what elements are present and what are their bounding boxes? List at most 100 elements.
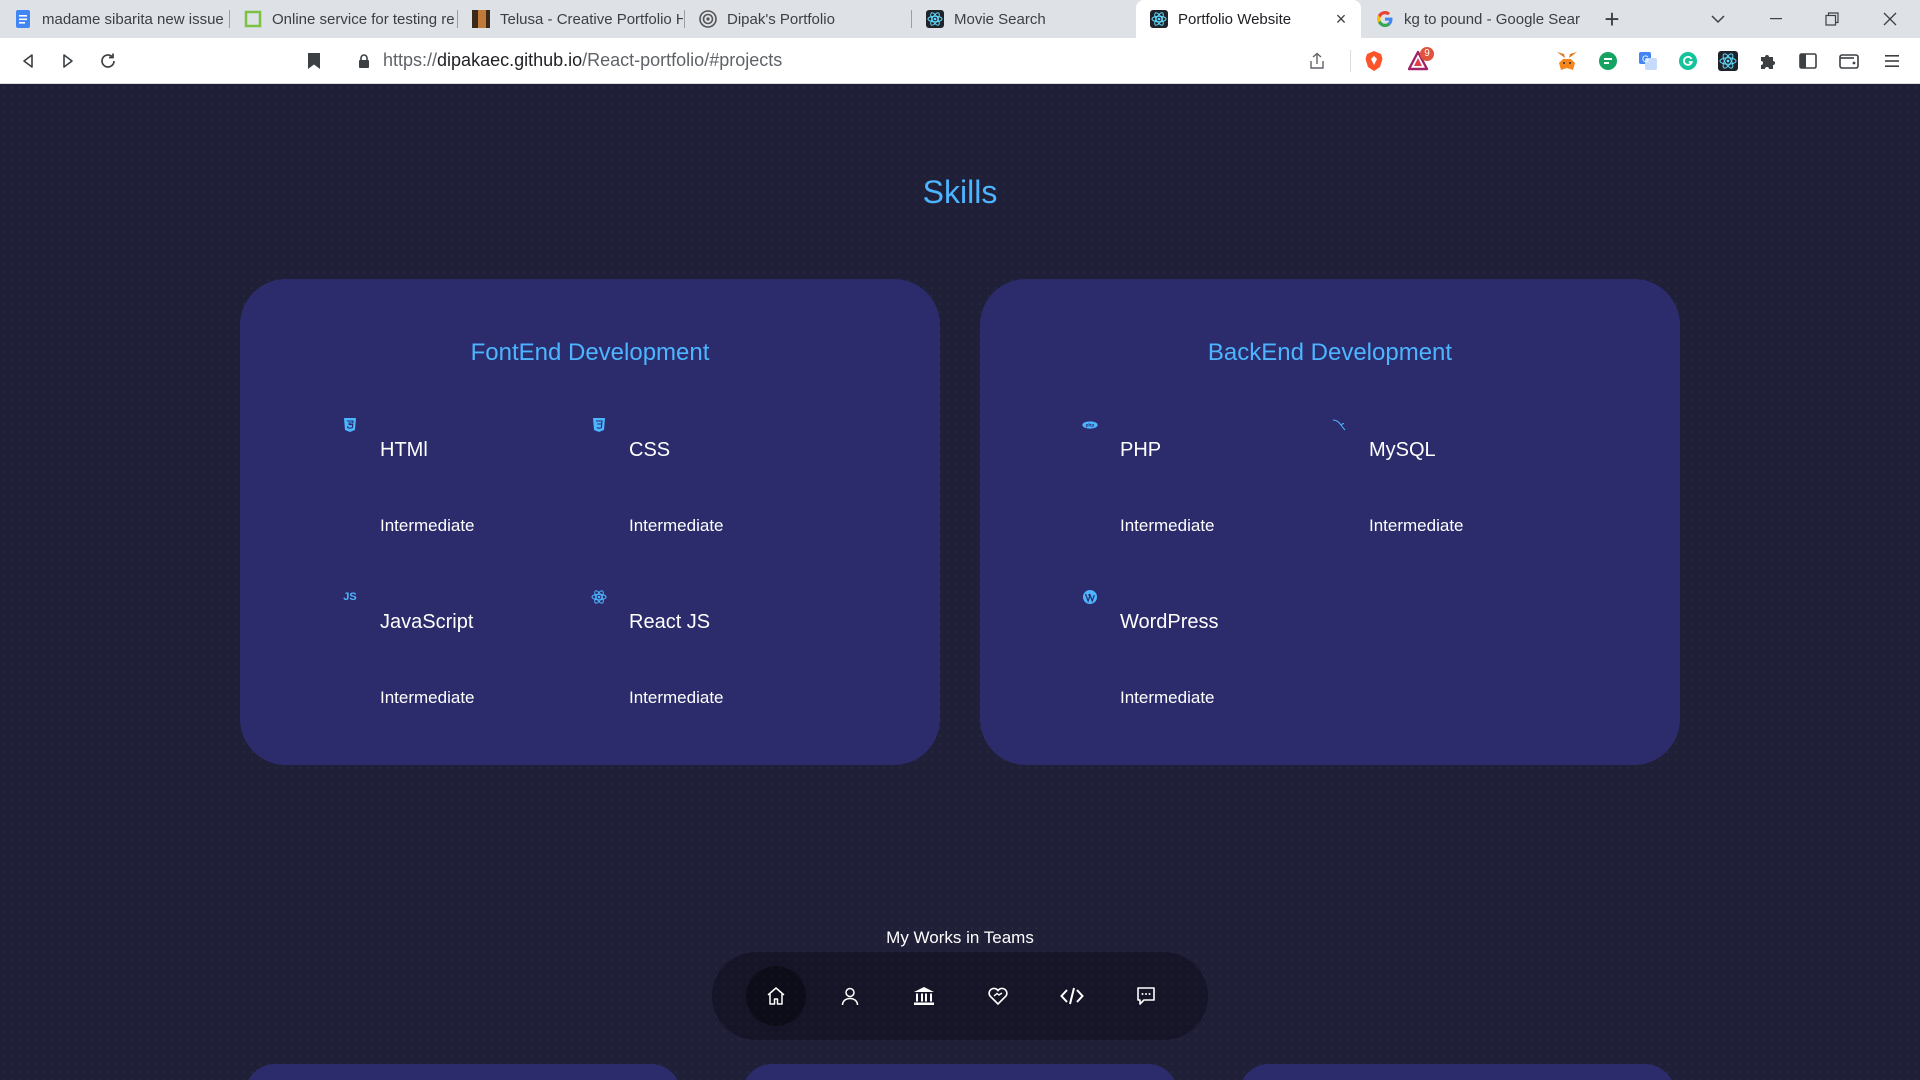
image-icon — [472, 10, 490, 28]
skill-name: CSS — [629, 439, 671, 461]
nav-experience[interactable] — [894, 966, 954, 1026]
grammarly-icon — [1679, 52, 1697, 70]
browser-tab[interactable]: Dipak's Portfolio — [685, 0, 910, 38]
skill-level: Intermediate — [1120, 688, 1215, 707]
tab-title: Dipak's Portfolio — [727, 10, 835, 28]
extension-green[interactable] — [1596, 49, 1620, 73]
browser-tab[interactable]: kg to pound - Google Sear — [1362, 0, 1584, 38]
browser-toolbar — [0, 38, 1920, 84]
reload-icon — [101, 53, 115, 68]
puzzle-icon — [1761, 55, 1775, 69]
skill-name: MySQL — [1369, 439, 1436, 461]
extensions-button[interactable] — [1756, 49, 1780, 73]
skill-item: WordPress Intermediate — [1082, 589, 1312, 719]
team-project-card — [742, 1064, 1178, 1080]
nav-home[interactable] — [746, 966, 806, 1026]
message-icon — [1137, 987, 1155, 1005]
skill-level: Intermediate — [629, 516, 724, 535]
translate-extension[interactable]: G — [1636, 49, 1660, 73]
wallet-button[interactable] — [1837, 49, 1861, 73]
code-icon — [1060, 987, 1084, 1005]
tab-title: Movie Search — [954, 10, 1046, 28]
skill-name: WordPress — [1120, 611, 1219, 633]
nav-about[interactable] — [820, 966, 880, 1026]
skill-level: Intermediate — [629, 688, 724, 707]
react-icon — [591, 589, 607, 605]
google-icon — [1376, 10, 1394, 28]
user-icon — [841, 987, 859, 1006]
back-button[interactable] — [14, 47, 42, 75]
tab-strip: madame sibarita new issue Online service… — [0, 0, 1920, 38]
restore-button[interactable] — [1804, 0, 1860, 38]
metamask-extension[interactable] — [1555, 49, 1579, 73]
bank-icon — [914, 987, 934, 1005]
reload-button[interactable] — [94, 47, 122, 75]
close-icon[interactable]: × — [1331, 9, 1351, 29]
svg-text:G: G — [1642, 54, 1649, 64]
restore-icon — [1825, 12, 1839, 26]
back-icon — [23, 54, 33, 68]
sidebar-button[interactable] — [1796, 49, 1820, 73]
tab-title: madame sibarita new issue — [42, 10, 224, 28]
metamask-fox-icon — [1557, 52, 1577, 70]
card-title: FontEnd Development — [470, 339, 710, 366]
forward-button[interactable] — [54, 47, 82, 75]
brave-lion-icon — [1365, 51, 1383, 71]
browser-tab[interactable]: Movie Search — [912, 0, 1134, 38]
grammarly-extension[interactable] — [1676, 49, 1700, 73]
skill-item: php PHP Intermediate — [1082, 417, 1312, 547]
home-icon — [767, 987, 785, 1005]
address-bar[interactable]: https://dipakaec.github.io/React-portfol… — [383, 50, 782, 71]
browser-tab[interactable]: Telusa - Creative Portfolio H — [458, 0, 683, 38]
sidebar-icon — [1799, 53, 1817, 69]
wallet-icon — [1839, 54, 1859, 69]
lock-icon — [359, 54, 369, 68]
tab-title: Telusa - Creative Portfolio H — [500, 10, 683, 28]
skill-item: HTMl Intermediate — [342, 417, 572, 547]
circle-extension-icon — [1599, 52, 1617, 70]
nav-portfolio[interactable] — [1042, 966, 1102, 1026]
section-title: Skills — [922, 174, 998, 210]
menu-button[interactable] — [1880, 49, 1904, 73]
bookmark-icon — [308, 53, 320, 69]
tab-title: Online service for testing re — [272, 10, 455, 28]
browser-tab[interactable]: madame sibarita new issue — [0, 0, 228, 38]
browser-tab[interactable]: Online service for testing re — [230, 0, 456, 38]
mysql-icon — [1331, 417, 1347, 433]
bookmark-button[interactable] — [300, 47, 328, 75]
translate-icon: G — [1639, 52, 1657, 70]
react-devtools-extension[interactable] — [1716, 49, 1740, 73]
skill-name: PHP — [1120, 439, 1162, 461]
react-icon — [926, 10, 944, 28]
page-content: Skills FontEnd Development HTMl Intermed… — [0, 84, 1920, 1080]
minimize-icon — [1770, 18, 1782, 20]
css3-icon — [591, 417, 607, 433]
chevron-down-icon — [1711, 15, 1725, 24]
browser-tab-active[interactable]: Portfolio Website × — [1136, 0, 1361, 38]
skill-name: HTMl — [380, 439, 428, 461]
new-tab-button[interactable]: + — [1598, 5, 1626, 33]
site-info-button[interactable] — [350, 47, 378, 75]
close-icon — [1883, 12, 1897, 26]
frontend-card: FontEnd Development HTMl Intermediate CS… — [240, 279, 940, 765]
brave-rewards-button[interactable]: 9 — [1404, 47, 1436, 73]
close-window-button[interactable] — [1862, 0, 1918, 38]
share-button[interactable] — [1303, 47, 1331, 75]
notification-badge: 9 — [1420, 47, 1434, 61]
minimize-button[interactable] — [1748, 0, 1804, 38]
php-icon-text: php — [1086, 423, 1095, 429]
nav-contact[interactable] — [1116, 966, 1176, 1026]
tab-title: Portfolio Website — [1178, 10, 1292, 28]
hamburger-menu-icon — [1885, 55, 1899, 67]
react-icon — [1150, 10, 1168, 28]
brave-shields-button[interactable] — [1362, 49, 1386, 73]
share-icon — [1310, 52, 1324, 69]
skill-name: React JS — [629, 611, 711, 633]
skill-item: React JS Intermediate — [591, 589, 821, 719]
nav-services[interactable] — [968, 966, 1028, 1026]
url-scheme: https:// — [383, 50, 438, 70]
broadcast-icon — [699, 10, 717, 28]
react-icon — [1718, 51, 1738, 71]
skill-level: Intermediate — [1369, 516, 1464, 535]
tab-search-button[interactable] — [1690, 0, 1746, 38]
